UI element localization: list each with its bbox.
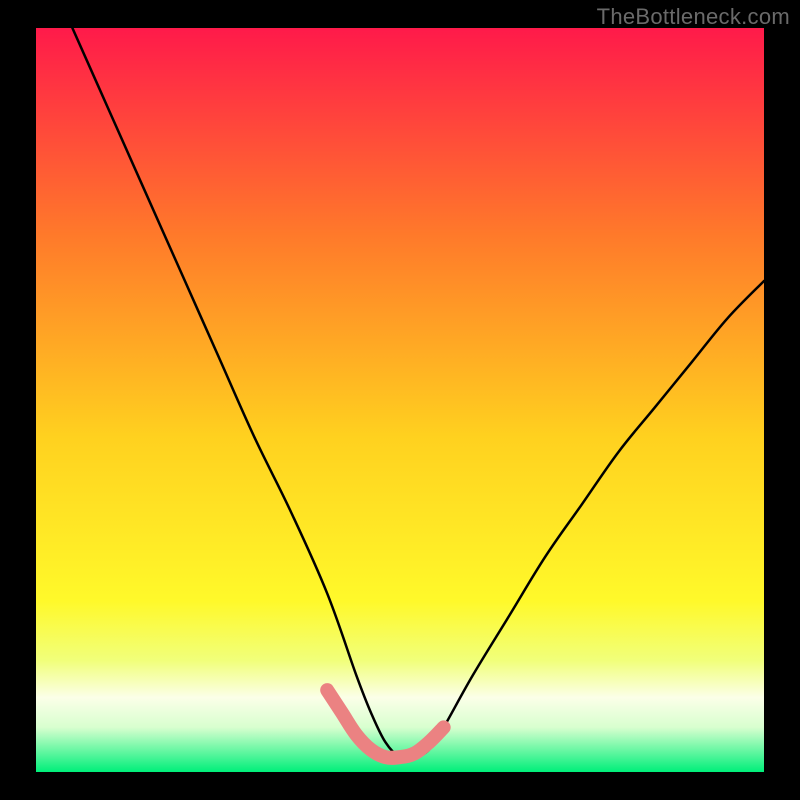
plot-area [36,28,764,772]
chart-frame: TheBottleneck.com [0,0,800,800]
bottleneck-chart [36,28,764,772]
watermark-label: TheBottleneck.com [597,4,790,30]
gradient-background [36,28,764,772]
